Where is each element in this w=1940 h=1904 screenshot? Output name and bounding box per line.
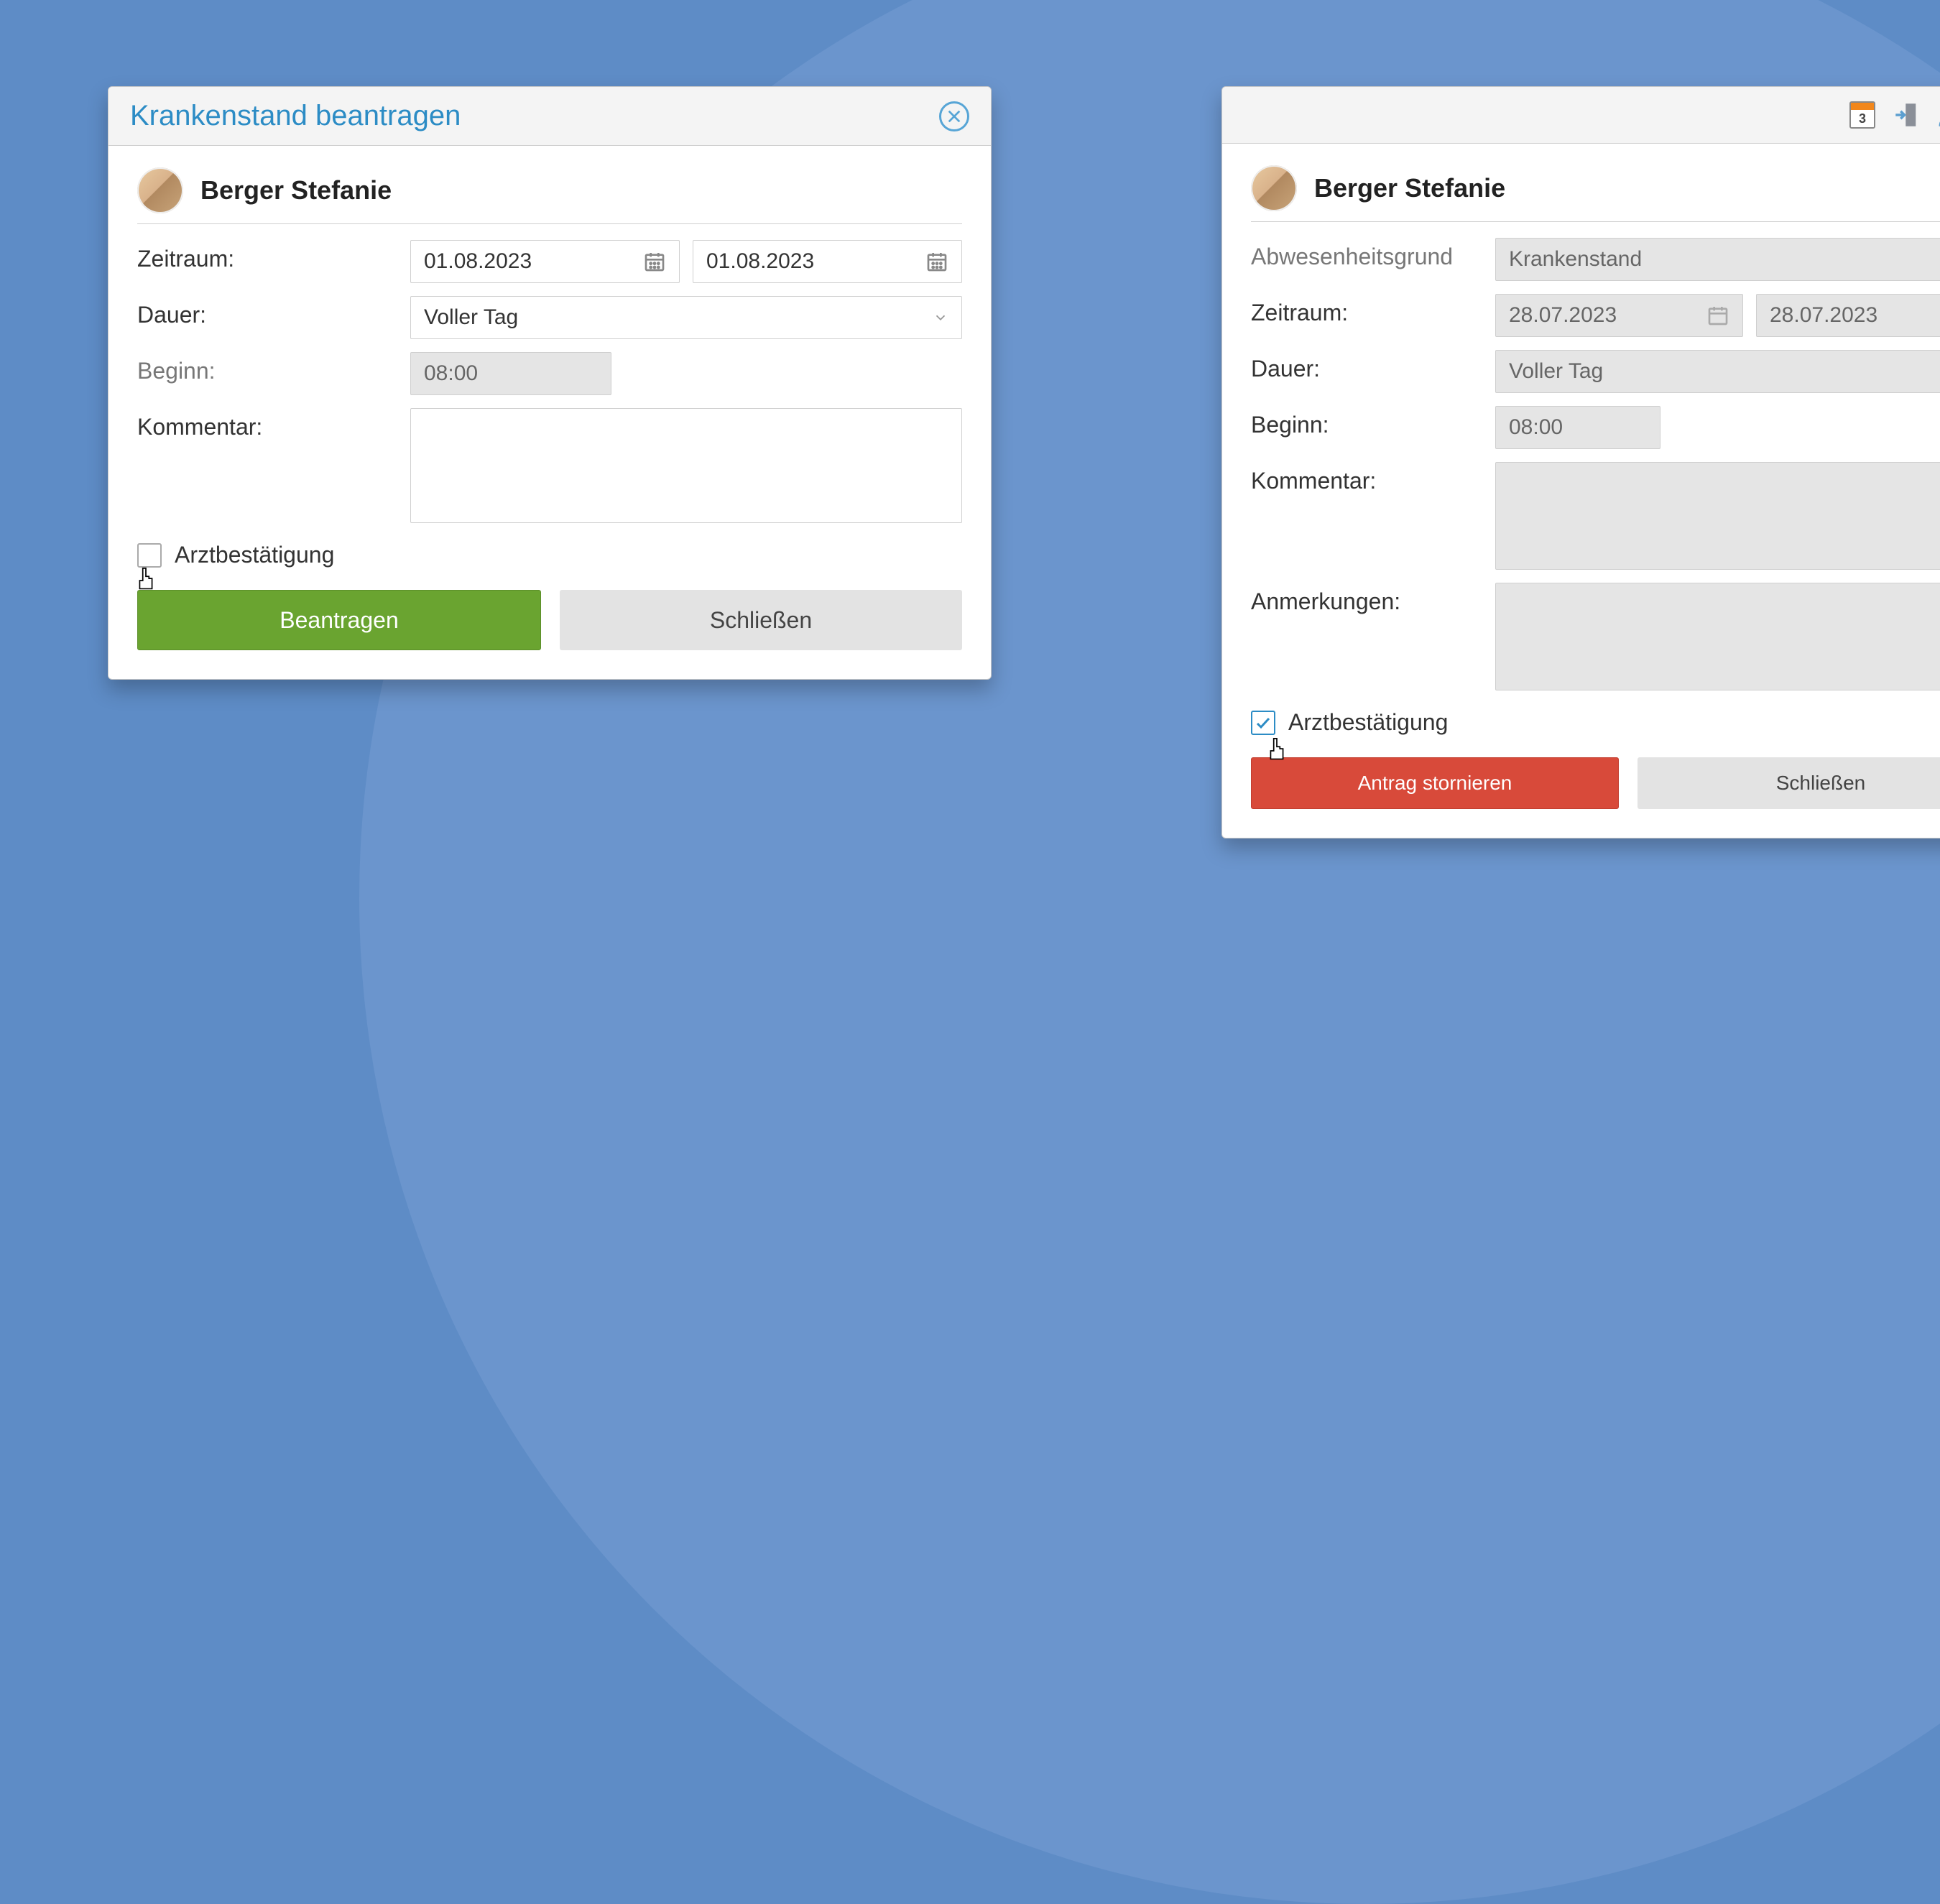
kommentar-textarea[interactable]	[410, 408, 962, 523]
label-beginn: Beginn:	[1251, 406, 1495, 438]
arztbestaetigung-checkbox[interactable]	[137, 543, 162, 568]
row-zeitraum: Zeitraum: 01.08.2023 01.08.2023	[137, 240, 962, 283]
label-dauer: Dauer:	[1251, 350, 1495, 382]
date-to-input: 28.07.2023	[1756, 294, 1940, 337]
date-from-value: 28.07.2023	[1509, 303, 1617, 328]
anmerkungen-textarea	[1495, 583, 1940, 690]
label-zeitraum: Zeitraum:	[1251, 294, 1495, 326]
avatar	[1251, 165, 1297, 211]
row-anmerkungen: Anmerkungen:	[1251, 583, 1940, 690]
close-button-secondary[interactable]: Schließen	[560, 590, 962, 650]
grund-value: Krankenstand	[1509, 247, 1642, 272]
dauer-value: Voller Tag	[424, 305, 518, 330]
sick-leave-request-dialog: Krankenstand beantragen Berger Stefanie …	[108, 86, 992, 680]
arztbestaetigung-checkbox[interactable]	[1251, 711, 1275, 735]
user-row: Berger Stefanie	[1251, 165, 1940, 222]
dialog-header: Krankenstand beantragen	[108, 87, 991, 146]
label-zeitraum: Zeitraum:	[137, 240, 410, 272]
row-kommentar: Kommentar:	[137, 408, 962, 523]
row-dauer: Dauer: Voller Tag	[137, 296, 962, 339]
label-dauer: Dauer:	[137, 296, 410, 328]
calendar-icon	[643, 250, 666, 273]
dauer-value: Voller Tag	[1509, 359, 1603, 384]
calendar-icon	[925, 250, 948, 273]
row-arztbestaetigung: Arztbestätigung	[1251, 709, 1940, 736]
chevron-down-icon	[933, 310, 948, 325]
row-dauer: Dauer: Voller Tag	[1251, 350, 1940, 393]
cursor-icon	[133, 566, 159, 595]
kommentar-textarea	[1495, 462, 1940, 570]
user-name: Berger Stefanie	[200, 175, 392, 205]
check-icon	[1255, 714, 1272, 731]
label-anmerkungen: Anmerkungen:	[1251, 583, 1495, 615]
button-row: Beantragen Schließen	[137, 590, 962, 650]
row-kommentar: Kommentar:	[1251, 462, 1940, 570]
user-assign-icon[interactable]	[1936, 100, 1940, 130]
arztbestaetigung-label: Arztbestätigung	[1288, 709, 1448, 736]
close-icon	[946, 108, 962, 124]
grund-select: Krankenstand	[1495, 238, 1940, 281]
cursor-icon	[1264, 736, 1290, 765]
label-beginn: Beginn:	[137, 352, 410, 384]
avatar	[137, 167, 183, 213]
calendar-shortcut-icon[interactable]: 3	[1847, 100, 1877, 130]
date-to-input[interactable]: 01.08.2023	[693, 240, 962, 283]
calendar-icon	[1706, 304, 1729, 327]
row-beginn: Beginn: 08:00	[137, 352, 962, 395]
label-kommentar: Kommentar:	[137, 408, 410, 440]
header-icons: 3	[1847, 100, 1940, 130]
beginn-value: 08:00	[1509, 415, 1563, 439]
beginn-value: 08:00	[424, 361, 478, 385]
label-grund: Abwesenheitsgrund	[1251, 238, 1495, 270]
dauer-select: Voller Tag	[1495, 350, 1940, 393]
absence-detail-dialog: 3 Berger Stefanie Abwesenheitsgrund Kran…	[1221, 86, 1940, 838]
user-name: Berger Stefanie	[1314, 173, 1505, 203]
row-zeitraum: Zeitraum: 28.07.2023 28.07.2023	[1251, 294, 1940, 337]
date-from-input: 28.07.2023	[1495, 294, 1743, 337]
beginn-input: 08:00	[1495, 406, 1660, 449]
submit-button[interactable]: Beantragen	[137, 590, 541, 650]
close-button[interactable]	[939, 101, 969, 131]
button-row: Antrag stornieren Schließen	[1251, 757, 1940, 809]
dialog-header: 3	[1222, 87, 1940, 144]
door-exit-icon[interactable]	[1892, 100, 1922, 130]
arztbestaetigung-label: Arztbestätigung	[175, 542, 334, 568]
close-button-secondary[interactable]: Schließen	[1638, 757, 1940, 809]
date-from-value: 01.08.2023	[424, 249, 532, 274]
beginn-input: 08:00	[410, 352, 611, 395]
cancel-request-button[interactable]: Antrag stornieren	[1251, 757, 1619, 809]
dialog-body: Berger Stefanie Abwesenheitsgrund Kranke…	[1222, 144, 1940, 838]
row-grund: Abwesenheitsgrund Krankenstand	[1251, 238, 1940, 281]
row-beginn: Beginn: 08:00	[1251, 406, 1940, 449]
dialog-body: Berger Stefanie Zeitraum: 01.08.2023 01.…	[108, 146, 991, 679]
date-to-value: 01.08.2023	[706, 249, 814, 274]
label-kommentar: Kommentar:	[1251, 462, 1495, 494]
date-from-input[interactable]: 01.08.2023	[410, 240, 680, 283]
dialog-title: Krankenstand beantragen	[130, 100, 461, 132]
user-row: Berger Stefanie	[137, 167, 962, 224]
dauer-select[interactable]: Voller Tag	[410, 296, 962, 339]
date-to-value: 28.07.2023	[1770, 303, 1877, 328]
row-arztbestaetigung: Arztbestätigung	[137, 542, 962, 568]
